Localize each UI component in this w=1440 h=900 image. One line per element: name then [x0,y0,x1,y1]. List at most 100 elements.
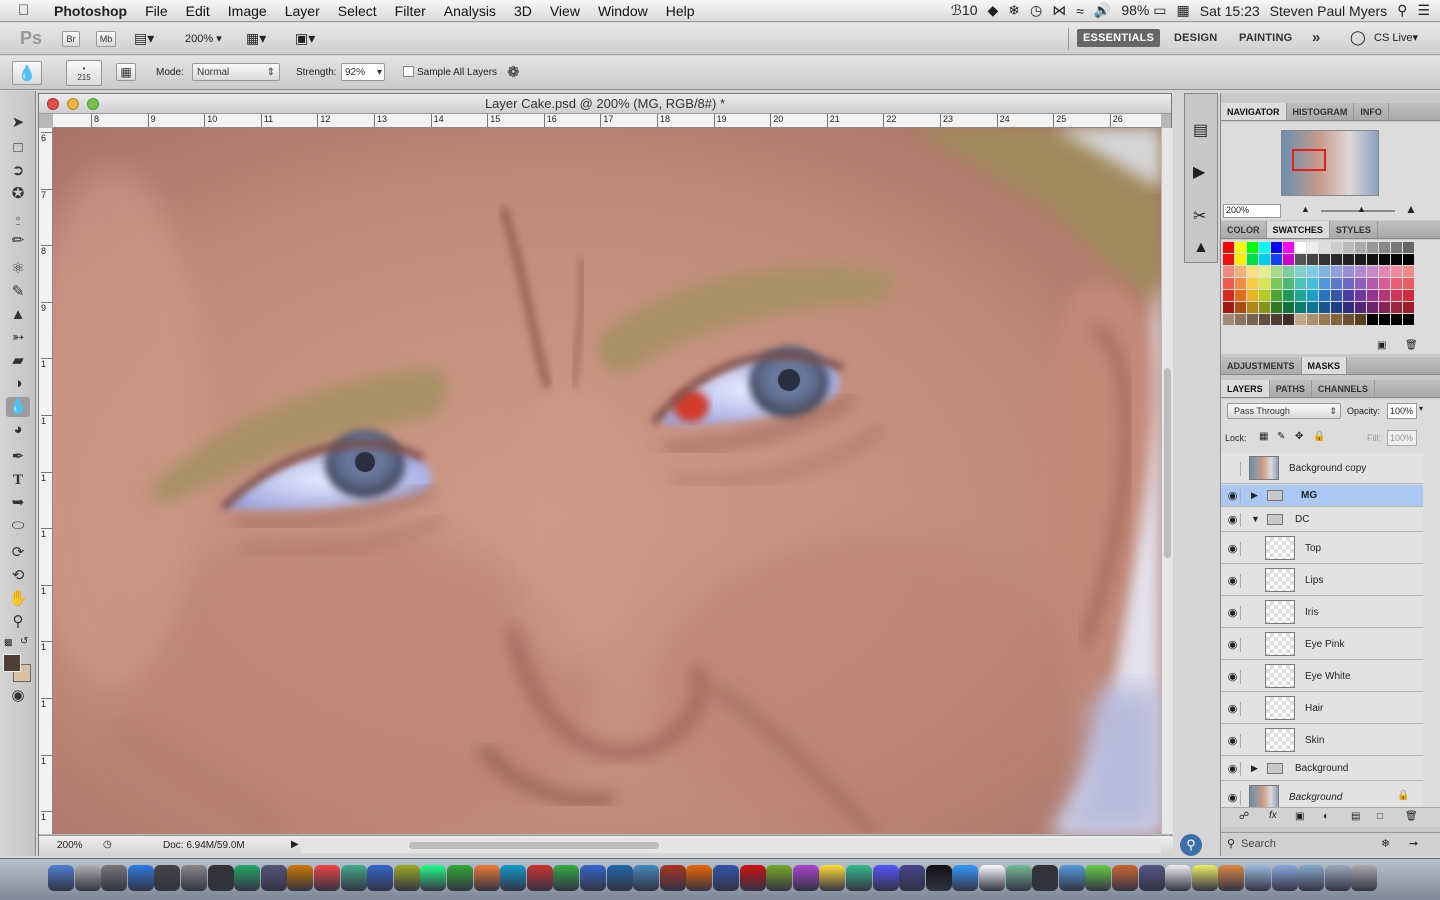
dock-app-icon[interactable] [899,865,926,891]
swatch[interactable] [1235,242,1246,253]
layer-visibility-eye-icon[interactable]: ◉ [1225,489,1241,503]
swatch[interactable] [1403,290,1414,301]
tab-color[interactable]: COLOR [1221,221,1267,238]
swatch[interactable] [1307,266,1318,277]
dock-app-icon[interactable] [1032,865,1059,891]
swatch[interactable] [1367,290,1378,301]
sample-all-layers-checkbox[interactable] [403,66,414,77]
spotlight-icon[interactable]: ⚲ [1397,2,1407,19]
swatch[interactable] [1295,302,1306,313]
dock-app-icon[interactable] [367,865,394,891]
swatch[interactable] [1391,302,1402,313]
dock-app-icon[interactable] [340,865,367,891]
swatch[interactable] [1259,266,1270,277]
swatch[interactable] [1283,278,1294,289]
history-brush-tool-icon[interactable]: ➳ [6,328,30,348]
lock-pixels-icon[interactable]: ✎ [1277,431,1285,442]
swatch[interactable] [1271,278,1282,289]
swatch[interactable] [1223,290,1234,301]
tab-paths[interactable]: PATHS [1270,380,1312,397]
swatch[interactable] [1283,266,1294,277]
swatch[interactable] [1331,290,1342,301]
group-toggle-icon[interactable]: ▶ [1251,490,1258,501]
search-options-icon[interactable]: ❄ [1381,837,1390,850]
horizontal-scrollbar[interactable] [301,838,1161,853]
swatch[interactable] [1283,314,1294,325]
layer-row[interactable]: ◉ Hair [1221,693,1423,724]
3d-rotate-tool-icon[interactable]: ⟳ [6,543,30,563]
dock-app-icon[interactable] [101,865,128,891]
swatch[interactable] [1247,266,1258,277]
tab-info[interactable]: INFO [1354,103,1389,120]
dock-app-icon[interactable] [181,865,207,891]
workspace-essentials[interactable]: ESSENTIALS [1077,29,1161,47]
link-layers-icon[interactable]: ☍ [1239,811,1249,822]
swatch[interactable] [1283,242,1294,253]
dock-app-icon[interactable] [207,865,234,891]
tab-navigator[interactable]: NAVIGATOR [1221,103,1287,120]
swatch[interactable] [1355,254,1366,265]
swatch[interactable] [1331,242,1342,253]
dock-app-icon[interactable] [766,865,793,891]
swatch[interactable] [1295,266,1306,277]
swatch[interactable] [1223,278,1234,289]
mini-bridge-button[interactable]: Mb [96,31,116,47]
swatch[interactable] [1271,254,1282,265]
dock-app-icon[interactable] [979,865,1005,891]
layer-visibility-eye-icon[interactable]: ◉ [1225,702,1241,716]
kuler-icon[interactable]: ⚲ [1180,834,1202,856]
blur-tool-icon[interactable]: 💧 [6,397,30,417]
tab-swatches[interactable]: SWATCHES [1266,221,1330,238]
brush-panel-strip-icon[interactable]: ✂ [1193,206,1206,226]
apple-icon[interactable]:  [18,2,40,19]
navigator-thumbnail[interactable] [1281,130,1379,196]
dock-app-icon[interactable] [1298,865,1325,891]
app-menu[interactable]: Photoshop [54,3,127,19]
document-canvas[interactable] [53,128,1161,834]
clock[interactable]: Sat 15:23 [1200,3,1260,19]
swatch[interactable] [1235,278,1246,289]
swatch[interactable] [1319,278,1330,289]
lock-all-icon[interactable]: 🔒 [1313,431,1325,442]
tab-styles[interactable]: STYLES [1330,221,1378,238]
dock-app-icon[interactable] [1271,865,1298,891]
adjustment-layer-icon[interactable]: ◐ [1323,811,1329,822]
swatch[interactable] [1235,254,1246,265]
tab-adjustments[interactable]: ADJUSTMENTS [1221,357,1302,374]
swatch[interactable] [1343,302,1354,313]
swatch[interactable] [1259,290,1270,301]
swatch[interactable] [1403,302,1414,313]
menu-edit[interactable]: Edit [186,3,210,19]
swatch[interactable] [1295,290,1306,301]
layer-style-icon[interactable]: fx [1269,810,1277,821]
swatch[interactable] [1235,302,1246,313]
swatch[interactable] [1391,254,1402,265]
swatch[interactable] [1247,290,1258,301]
dock-app-icon[interactable] [1245,865,1271,891]
menu-file[interactable]: File [145,3,168,19]
swatch[interactable] [1283,290,1294,301]
vertical-scroll-thumb[interactable] [1164,368,1171,558]
quick-mask-icon[interactable]: ◉ [6,686,30,706]
volume-icon[interactable]: 🔊 [1094,2,1111,19]
fill-input[interactable]: 100% [1387,430,1417,446]
dock-app-icon[interactable] [659,865,686,891]
brush-preset-picker[interactable]: • 215 [66,60,102,86]
layer-row[interactable]: ◉ ▼ DC [1221,508,1423,532]
lasso-tool-icon[interactable]: ➲ [6,161,30,181]
swatch[interactable] [1283,302,1294,313]
path-selection-tool-icon[interactable]: ➥ [6,493,30,513]
dock-app-icon[interactable] [553,865,580,891]
swatch[interactable] [1379,242,1390,253]
swatch[interactable] [1391,242,1402,253]
swatch[interactable] [1259,254,1270,265]
swatch[interactable] [1307,278,1318,289]
swatch[interactable] [1235,266,1246,277]
swatch[interactable] [1331,266,1342,277]
swatch[interactable] [1343,242,1354,253]
menu-select[interactable]: Select [338,3,377,19]
swatch[interactable] [1307,254,1318,265]
dock-app-icon[interactable] [1085,865,1112,891]
dock-app-icon[interactable] [686,865,713,891]
swatch[interactable] [1295,254,1306,265]
